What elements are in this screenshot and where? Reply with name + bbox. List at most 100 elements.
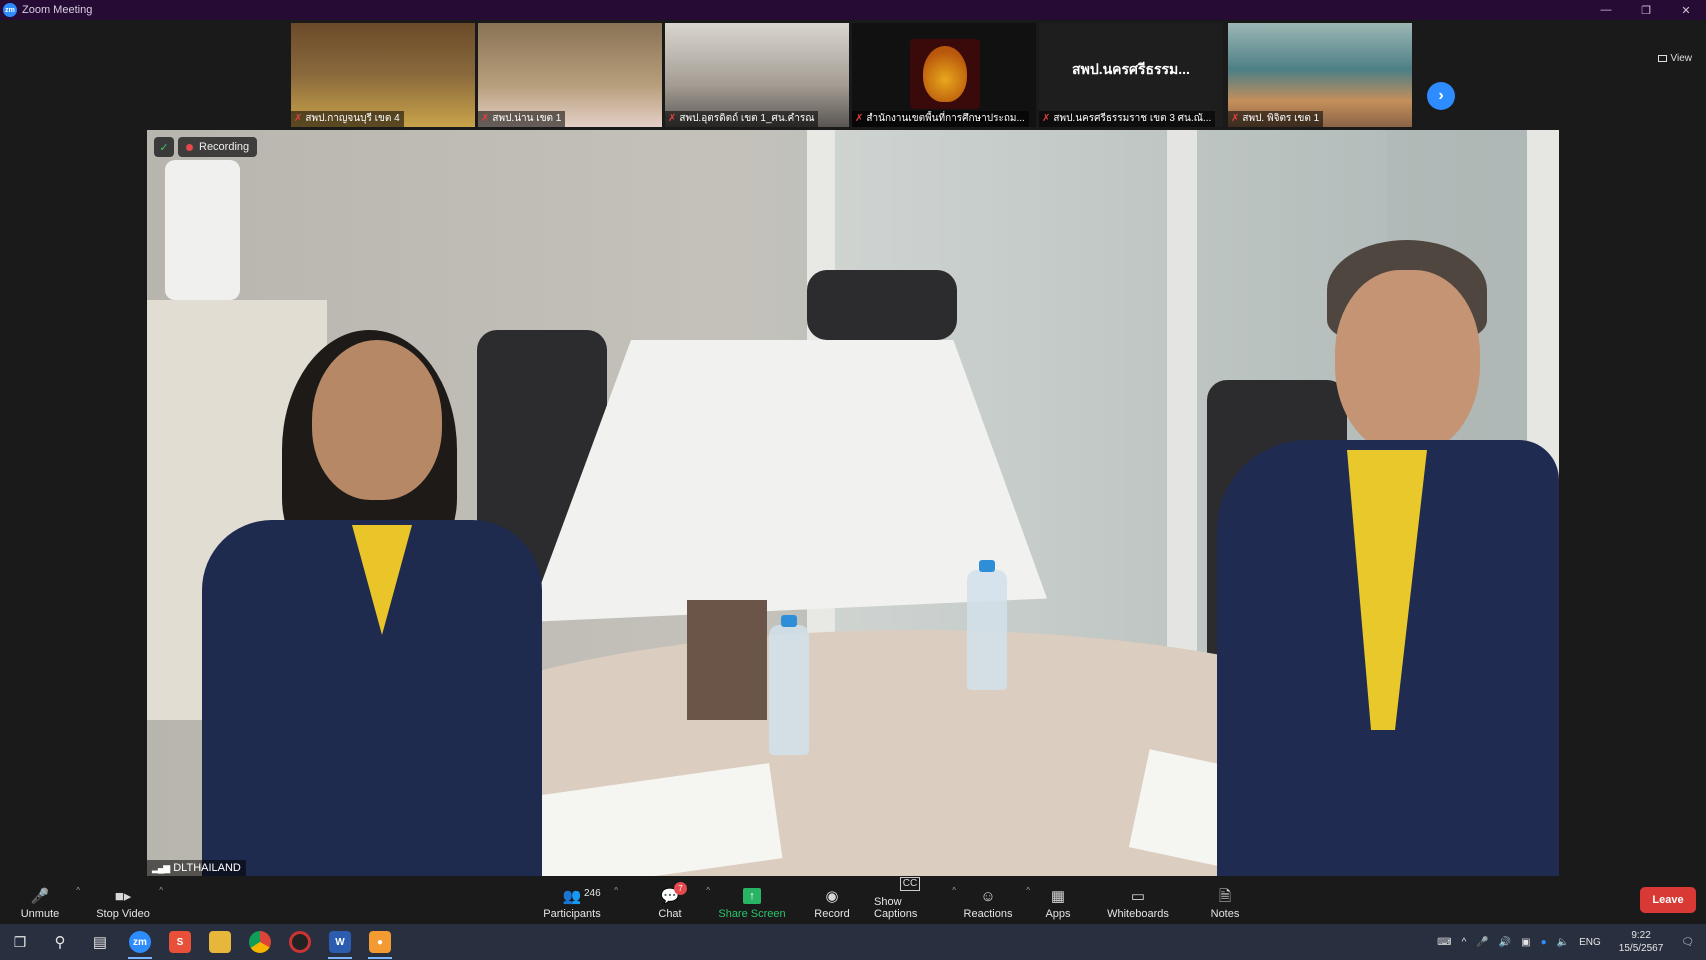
tile-name-label: ✗ สพป.นครศรีธรรมราช เขต 3 ศน.ณั...: [1039, 111, 1216, 127]
video-tile[interactable]: ✗ สพป. พิจิตร เขต 1: [1228, 23, 1412, 127]
whiteboards-button[interactable]: ▭ Whiteboards: [1102, 880, 1174, 920]
ministry-emblem-icon: [910, 39, 980, 109]
main-participant-name: ▂▄▆ DLTHAILAND: [147, 860, 246, 876]
notes-button[interactable]: 🗎 Notes: [1189, 880, 1261, 920]
gallery-next-button[interactable]: ›: [1427, 82, 1455, 110]
speaker-icon[interactable]: 🔊: [1499, 937, 1511, 948]
leave-button[interactable]: Leave: [1640, 887, 1696, 913]
record-button[interactable]: ◉ Record: [796, 880, 868, 920]
taskbar-app-orange[interactable]: ●: [360, 924, 400, 960]
taskbar-file-explorer[interactable]: [200, 924, 240, 960]
clock[interactable]: 9:22 15/5/2567: [1614, 929, 1669, 955]
apps-icon: ▦: [1050, 888, 1066, 905]
task-view-icon: ▤: [92, 934, 108, 951]
tile-name-label: ✗ สพป.น่าน เขต 1: [478, 111, 566, 127]
taskbar-word[interactable]: W: [320, 924, 360, 960]
mic-muted-icon: ✗: [1231, 113, 1240, 124]
main-video[interactable]: ✓ Recording: [147, 130, 1559, 876]
view-grid-icon: [1657, 54, 1667, 62]
share-screen-icon: ↑: [743, 888, 761, 904]
video-tile[interactable]: สพป.นครศรีธรรม... ✗ สพป.นครศรีธรรมราช เขต…: [1039, 23, 1223, 127]
tile-name-label: ✗ สพป. พิจิตร เขต 1: [1228, 111, 1324, 127]
security-shield-icon[interactable]: ✓: [154, 137, 174, 157]
video-tile[interactable]: ✗ สพป.อุตรดิตถ์ เขต 1_ศน.คำรณ: [665, 23, 849, 127]
microphone-icon[interactable]: 🎤: [1476, 937, 1488, 948]
signal-strength-icon: ▂▄▆: [152, 863, 170, 873]
mic-muted-icon: ✗: [668, 113, 677, 124]
recording-indicator[interactable]: Recording: [178, 137, 258, 157]
app-circle-icon: [289, 931, 311, 953]
whiteboard-icon: ▭: [1130, 888, 1146, 905]
participant-man: [1217, 240, 1559, 876]
network-icon[interactable]: ▣: [1521, 937, 1530, 948]
chevron-up-icon[interactable]: ^: [1462, 937, 1467, 948]
chevron-right-icon: ›: [1438, 87, 1444, 104]
word-icon: W: [329, 931, 351, 953]
system-tray: ⌨ ^ 🎤 🔊 ▣ ● 🔈 ENG 9:22 15/5/2567 🗨: [1432, 924, 1706, 960]
meeting-toolbar: 🎤 ^ Unmute ■▸ ^ Stop Video 👥 246 ^ Parti…: [0, 876, 1706, 924]
record-icon: ◉: [825, 888, 839, 905]
windows-start-button[interactable]: ❒: [0, 924, 40, 960]
restore-icon[interactable]: ❐: [1626, 0, 1666, 20]
zoom-tray-icon[interactable]: ●: [1541, 937, 1547, 948]
participant-woman: [192, 330, 542, 876]
show-captions-button[interactable]: CC ^ Show Captions: [874, 877, 956, 920]
notification-icon[interactable]: 🗨: [1681, 937, 1694, 948]
search-icon: ⚲: [54, 934, 66, 951]
taskbar-app-s[interactable]: S: [160, 924, 200, 960]
participants-icon: 👥: [562, 888, 582, 905]
recording-badge: ✓ Recording: [154, 137, 258, 157]
keyboard-icon[interactable]: ⌨: [1437, 937, 1451, 948]
zoom-app-icon: zm: [129, 931, 151, 953]
language-indicator[interactable]: ENG: [1579, 937, 1601, 948]
smiley-icon: ☺: [980, 888, 996, 905]
notes-icon: 🗎: [1218, 888, 1232, 905]
chevron-up-icon[interactable]: ^: [159, 886, 163, 895]
stop-video-button[interactable]: ■▸ ^ Stop Video: [87, 880, 163, 920]
mic-muted-icon: ✗: [855, 113, 864, 124]
taskbar-chrome[interactable]: [240, 924, 280, 960]
windows-icon: ❒: [13, 933, 27, 950]
tissue-box: [687, 600, 767, 720]
recording-dot-icon: [186, 143, 193, 151]
gallery-strip: ✗ สพป.กาญจนบุรี เขต 4 ✗ สพป.น่าน เขต 1 ✗ สพ…: [0, 20, 1706, 129]
search-button[interactable]: ⚲: [40, 924, 80, 960]
zoom-logo-icon: zm: [3, 3, 17, 17]
mic-muted-icon: ✗: [294, 113, 303, 124]
video-tile[interactable]: ✗ สำนักงานเขตพื้นที่การศึกษาประถม...: [852, 23, 1036, 127]
chat-unread-badge: 7: [674, 882, 687, 895]
title-bar: zm Zoom Meeting — ❐ ✕: [0, 0, 1706, 20]
folder-icon: [209, 931, 231, 953]
chat-button[interactable]: 💬 7 ^ Chat: [634, 880, 710, 920]
taskbar-zoom[interactable]: zm: [120, 924, 160, 960]
mic-muted-icon: 🎤: [30, 888, 50, 905]
share-screen-button[interactable]: ↑ Share Screen: [716, 880, 788, 920]
mic-muted-icon: ✗: [1042, 113, 1051, 124]
tile-name-label: ✗ สำนักงานเขตพื้นที่การศึกษาประถม...: [852, 111, 1029, 127]
tile-name-label: ✗ สพป.กาญจนบุรี เขต 4: [291, 111, 404, 127]
apps-button[interactable]: ▦ Apps: [1022, 880, 1094, 920]
participants-button[interactable]: 👥 246 ^ Participants: [536, 880, 618, 920]
taskbar: ❒ ⚲ ▤ zm S W ● ⌨ ^ 🎤 🔊 ▣ ● 🔈 ENG 9:22 15…: [0, 924, 1706, 960]
video-tile[interactable]: ✗ สพป.กาญจนบุรี เขต 4: [291, 23, 475, 127]
reactions-button[interactable]: ☺ ^ Reactions: [952, 880, 1030, 920]
view-button[interactable]: View: [1657, 50, 1692, 66]
mic-muted-icon: ✗: [481, 113, 490, 124]
chevron-up-icon[interactable]: ^: [614, 886, 618, 895]
minimize-icon[interactable]: —: [1586, 0, 1626, 20]
unmute-button[interactable]: 🎤 ^ Unmute: [4, 880, 80, 920]
window-title: Zoom Meeting: [22, 4, 93, 16]
video-tile[interactable]: ✗ สพป.น่าน เขต 1: [478, 23, 662, 127]
taskbar-app-red[interactable]: [280, 924, 320, 960]
volume-icon[interactable]: 🔈: [1557, 937, 1569, 948]
chevron-up-icon[interactable]: ^: [76, 886, 80, 895]
tile-display-name: สพป.นครศรีธรรม...: [1072, 61, 1190, 77]
chevron-up-icon[interactable]: ^: [706, 886, 710, 895]
task-view-button[interactable]: ▤: [80, 924, 120, 960]
app-s-icon: S: [169, 931, 191, 953]
water-bottle: [967, 560, 1007, 690]
window-controls: — ❐ ✕: [1586, 0, 1706, 20]
close-icon[interactable]: ✕: [1666, 0, 1706, 20]
captions-icon: CC: [899, 877, 921, 891]
tile-name-label: ✗ สพป.อุตรดิตถ์ เขต 1_ศน.คำรณ: [665, 111, 819, 127]
